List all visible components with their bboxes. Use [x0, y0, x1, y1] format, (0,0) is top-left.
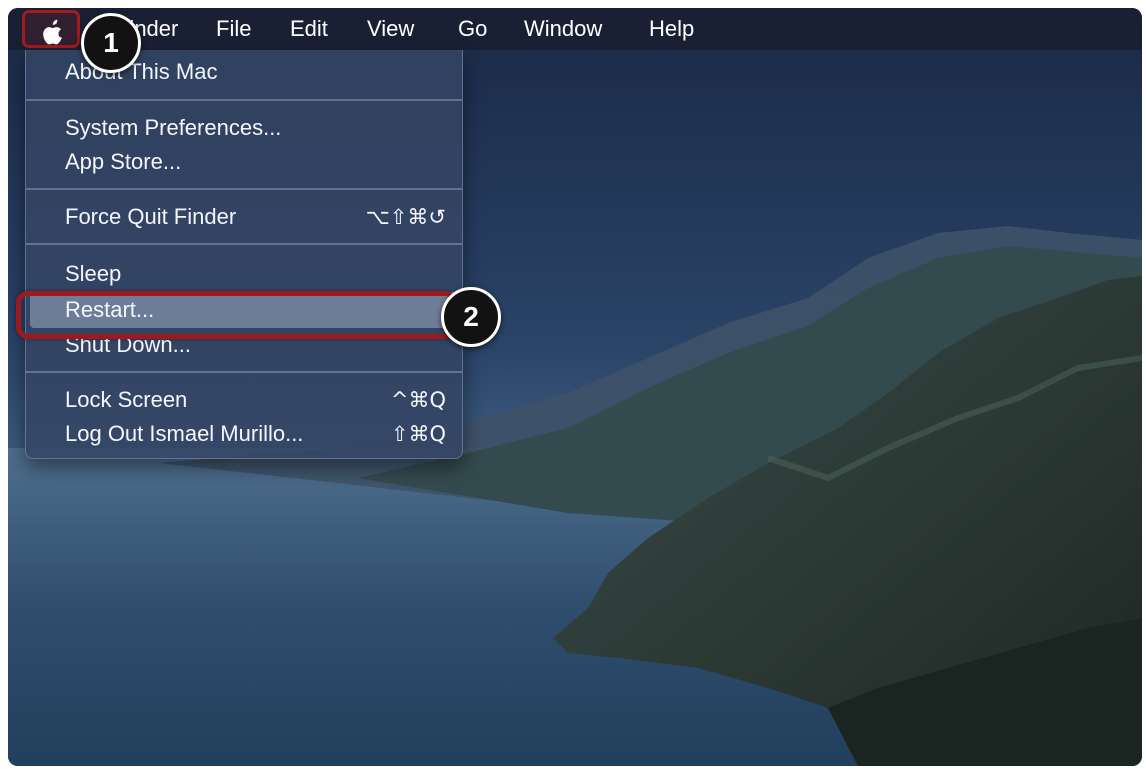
- menu-bar: Finder File Edit View Go Window Help: [8, 8, 1142, 50]
- menu-item-sleep[interactable]: Sleep: [65, 258, 121, 290]
- menu-item-lock-screen[interactable]: Lock Screen: [65, 384, 187, 416]
- lock-screen-shortcut: ^⌘Q: [390, 388, 446, 412]
- restart-callout-box: [16, 291, 457, 339]
- menu-separator: [26, 188, 462, 190]
- menu-view[interactable]: View: [367, 8, 414, 50]
- force-quit-shortcut: ⌥⇧⌘↺: [365, 205, 446, 229]
- menu-window[interactable]: Window: [524, 8, 602, 50]
- menu-item-app-store[interactable]: App Store...: [65, 146, 181, 178]
- step-1-badge: 1: [81, 13, 141, 73]
- menu-go[interactable]: Go: [458, 8, 487, 50]
- desktop-screen: Finder File Edit View Go Window Help Abo…: [8, 8, 1142, 766]
- menu-item-force-quit[interactable]: Force Quit Finder: [65, 201, 236, 233]
- menu-separator: [26, 243, 462, 245]
- menu-item-log-out[interactable]: Log Out Ismael Murillo...: [65, 418, 303, 450]
- apple-icon: [43, 19, 62, 45]
- menu-help[interactable]: Help: [649, 8, 694, 50]
- log-out-shortcut: ⇧⌘Q: [390, 422, 446, 446]
- menu-file[interactable]: File: [216, 8, 251, 50]
- apple-menu-button[interactable]: [22, 10, 80, 48]
- apple-dropdown-menu: About This Mac System Preferences... App…: [25, 50, 463, 459]
- menu-edit[interactable]: Edit: [290, 8, 328, 50]
- menu-item-system-preferences[interactable]: System Preferences...: [65, 112, 281, 144]
- menu-separator: [26, 99, 462, 101]
- step-2-badge: 2: [441, 287, 501, 347]
- menu-separator: [26, 371, 462, 373]
